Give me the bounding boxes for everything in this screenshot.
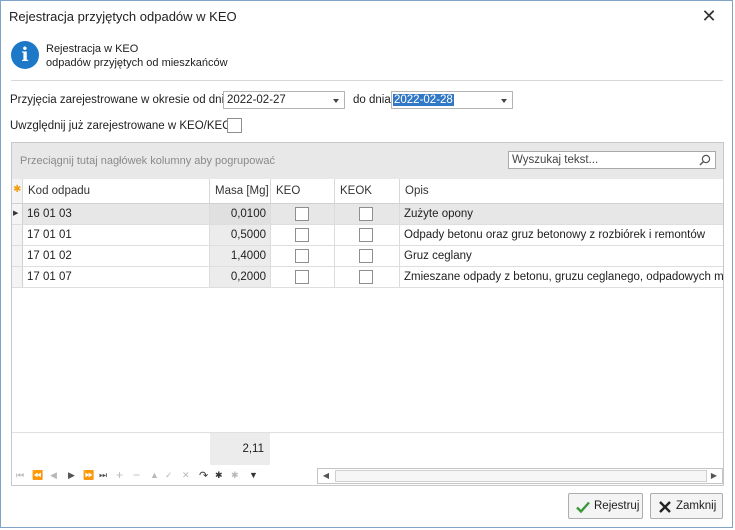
row-indicator: ▶ xyxy=(12,204,23,224)
table-row[interactable]: 17 01 02 1,4000 Gruz ceglany xyxy=(12,246,723,267)
cell-opis[interactable]: Gruz ceglany xyxy=(400,246,723,266)
group-panel: Przeciągnij tutaj nagłówek kolumny aby p… xyxy=(12,143,723,179)
add-record-icon[interactable]: + xyxy=(116,468,123,482)
dialog-window: Rejestracja przyjętych odpadów w KEO ✕ i… xyxy=(0,0,733,528)
header-indicator: ✱ xyxy=(12,179,23,203)
cancel-edit-icon[interactable]: ✕ xyxy=(182,470,190,481)
scroll-thumb[interactable] xyxy=(335,470,707,482)
scroll-right-icon[interactable]: ▶ xyxy=(706,469,722,483)
keo-checkbox[interactable] xyxy=(295,228,309,242)
grid-header: ✱ Kod odpadu Masa [Mg] KEO KEOK Opis xyxy=(12,179,723,204)
cell-keok xyxy=(335,246,400,266)
include-registered-checkbox[interactable] xyxy=(227,118,242,133)
table-row[interactable]: 17 01 07 0,2000 Zmieszane odpady z beton… xyxy=(12,267,723,288)
cell-keo xyxy=(271,246,335,266)
keok-checkbox[interactable] xyxy=(359,249,373,263)
divider xyxy=(11,80,723,81)
search-placeholder: Wyszukaj tekst... xyxy=(512,154,599,166)
row-indicator xyxy=(12,225,23,245)
row-pointer-icon: ▶ xyxy=(13,210,19,217)
cell-masa[interactable]: 1,4000 xyxy=(210,246,271,266)
cell-keo xyxy=(271,204,335,224)
info-icon: i xyxy=(11,41,39,69)
delete-record-icon[interactable]: − xyxy=(133,468,140,482)
cell-kod[interactable]: 17 01 01 xyxy=(23,225,210,245)
date-from-dropdown[interactable]: 2022-02-27 xyxy=(223,91,345,109)
cell-keo xyxy=(271,267,335,287)
column-header-opis[interactable]: Opis xyxy=(400,179,723,203)
total-masa-value: 2,11 xyxy=(242,443,264,455)
prev-page-icon[interactable]: ⏪ xyxy=(32,470,43,481)
horizontal-scrollbar[interactable]: ◀ ▶ xyxy=(317,468,723,484)
cell-keok xyxy=(335,267,400,287)
keo-checkbox[interactable] xyxy=(295,270,309,284)
cell-kod[interactable]: 16 01 03 xyxy=(23,204,210,224)
next-page-icon[interactable]: ⏩ xyxy=(83,470,94,481)
last-page-icon[interactable]: ⏭ xyxy=(99,470,107,481)
column-header-keo[interactable]: KEO xyxy=(271,179,335,203)
row-indicator xyxy=(12,267,23,287)
checkmark-icon xyxy=(576,501,590,514)
date-from-value: 2022-02-27 xyxy=(227,94,286,106)
title-bar: Rejestracja przyjętych odpadów w KEO ✕ xyxy=(1,1,732,31)
search-input[interactable]: Wyszukaj tekst... xyxy=(508,151,716,169)
cell-keo xyxy=(271,225,335,245)
keok-checkbox[interactable] xyxy=(359,270,373,284)
first-page-icon[interactable]: ⏮ xyxy=(16,470,24,481)
group-panel-hint: Przeciągnij tutaj nagłówek kolumny aby p… xyxy=(20,155,275,167)
search-icon[interactable] xyxy=(698,153,712,167)
edit-record-icon[interactable]: ▲ xyxy=(150,470,159,480)
close-button-label: Zamknij xyxy=(676,500,717,512)
filter-icon[interactable]: ▼ xyxy=(249,470,258,480)
cell-masa[interactable]: 0,5000 xyxy=(210,225,271,245)
cell-kod[interactable]: 17 01 02 xyxy=(23,246,210,266)
close-button[interactable]: Zamknij xyxy=(650,493,723,519)
total-masa-summary: 2,11 xyxy=(210,433,270,465)
close-icon[interactable]: ✕ xyxy=(698,5,720,27)
scroll-left-icon[interactable]: ◀ xyxy=(318,469,334,483)
custom-icon-2[interactable]: ✱ xyxy=(231,470,239,481)
cell-keok xyxy=(335,225,400,245)
info-text-line2: odpadów przyjętych od mieszkańców xyxy=(46,57,228,69)
window-title: Rejestracja przyjętych odpadów w KEO xyxy=(9,9,237,24)
cell-keok xyxy=(335,204,400,224)
next-record-icon[interactable]: ▶ xyxy=(68,470,75,481)
custom-icon-1[interactable]: ✱ xyxy=(215,470,223,481)
include-registered-label: Uwzględnij już zarejestrowane w KEO/KEOK xyxy=(10,120,239,132)
cell-opis[interactable]: Zużyte opony xyxy=(400,204,723,224)
column-header-kod[interactable]: Kod odpadu xyxy=(23,179,210,203)
footer-divider xyxy=(12,432,723,433)
close-icon xyxy=(659,501,671,513)
cell-kod[interactable]: 17 01 07 xyxy=(23,267,210,287)
column-header-keok[interactable]: KEOK xyxy=(335,179,400,203)
keok-checkbox[interactable] xyxy=(359,207,373,221)
end-edit-icon[interactable]: ✓ xyxy=(165,470,173,481)
date-to-value: 2022-02-28 xyxy=(393,94,454,106)
date-from-label: Przyjęcia zarejestrowane w okresie od dn… xyxy=(10,94,231,106)
date-to-dropdown[interactable]: 2022-02-28 xyxy=(391,91,513,109)
column-header-masa[interactable]: Masa [Mg] xyxy=(210,179,271,203)
keo-checkbox[interactable] xyxy=(295,207,309,221)
keok-checkbox[interactable] xyxy=(359,228,373,242)
chevron-down-icon[interactable] xyxy=(501,99,507,103)
new-row-icon: ✱ xyxy=(13,184,22,195)
cell-masa[interactable]: 0,0100 xyxy=(210,204,271,224)
cell-masa[interactable]: 0,2000 xyxy=(210,267,271,287)
chevron-down-icon[interactable] xyxy=(333,99,339,103)
keo-checkbox[interactable] xyxy=(295,249,309,263)
table-row[interactable]: ▶ 16 01 03 0,0100 Zużyte opony xyxy=(12,204,723,225)
row-indicator xyxy=(12,246,23,266)
cell-opis[interactable]: Odpady betonu oraz gruz betonowy z rozbi… xyxy=(400,225,723,245)
prev-record-icon[interactable]: ◀ xyxy=(50,470,57,481)
table-row[interactable]: 17 01 01 0,5000 Odpady betonu oraz gruz … xyxy=(12,225,723,246)
grid-navigator: ⏮ ⏪ ◀ ▶ ⏩ ⏭ + − ▲ ✓ ✕ ↷ ✱ ✱ ▼ xyxy=(12,468,317,484)
date-to-label: do dnia xyxy=(353,94,391,106)
cell-opis[interactable]: Zmieszane odpady z betonu, gruzu ceglane… xyxy=(400,267,723,287)
info-text-line1: Rejestracja w KEO xyxy=(46,43,139,55)
register-button[interactable]: Rejestruj xyxy=(568,493,643,519)
refresh-icon[interactable]: ↷ xyxy=(199,469,208,482)
register-button-label: Rejestruj xyxy=(594,500,640,512)
data-grid: Przeciągnij tutaj nagłówek kolumny aby p… xyxy=(11,142,724,486)
